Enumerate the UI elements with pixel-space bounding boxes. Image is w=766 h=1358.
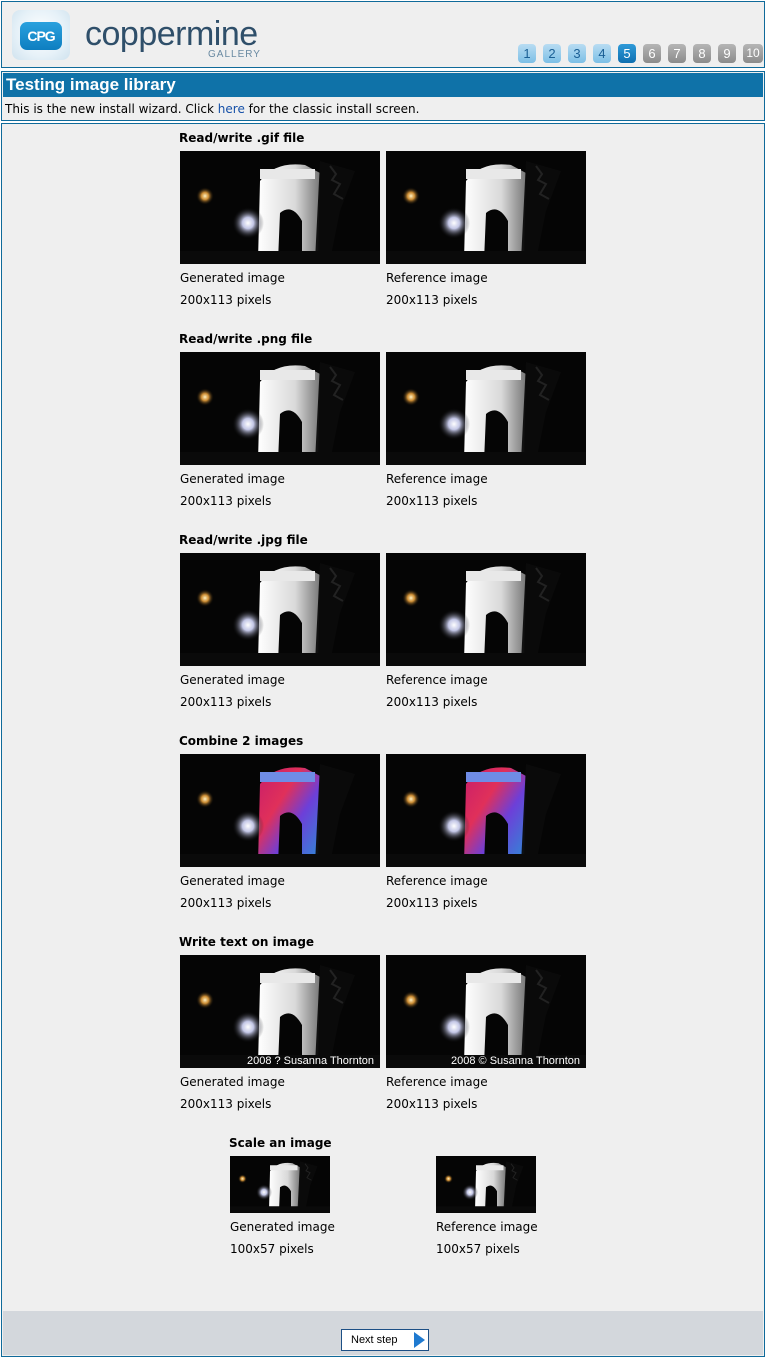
generated-label: Generated image	[180, 874, 285, 888]
test-png: Read/write .png file Generated image 200…	[179, 332, 599, 522]
step-10: 10	[743, 44, 763, 63]
generated-cell: Generated image 200x113 pixels	[180, 553, 380, 718]
step-6: 6	[643, 44, 661, 63]
test-combine: Combine 2 images Generated image 200x113…	[179, 734, 599, 924]
footer-bar: Next step	[3, 1311, 763, 1355]
generated-size: 200x113 pixels	[180, 695, 272, 709]
generated-size: 100x57 pixels	[230, 1242, 314, 1256]
test-jpg: Read/write .jpg file Generated image 200…	[179, 533, 599, 723]
generated-cell: 2008 ? Susanna Thornton Generated image …	[180, 955, 380, 1120]
step-3[interactable]: 3	[568, 44, 586, 63]
reference-image: 2008 © Susanna Thornton	[386, 955, 586, 1068]
step-9: 9	[718, 44, 736, 63]
header: CPG coppermine GALLERY 1 2 3 4 5 6 7 8 9…	[1, 1, 765, 68]
generated-image	[180, 553, 380, 666]
step-8: 8	[693, 44, 711, 63]
test-title: Read/write .jpg file	[179, 533, 308, 547]
test-title: Read/write .png file	[179, 332, 313, 346]
step-2[interactable]: 2	[543, 44, 561, 63]
reference-label: Reference image	[386, 1075, 488, 1089]
step-4[interactable]: 4	[593, 44, 611, 63]
generated-watermark: 2008 ? Susanna Thornton	[246, 1055, 374, 1067]
generated-size: 200x113 pixels	[180, 494, 272, 508]
generated-size: 200x113 pixels	[180, 1097, 272, 1111]
generated-label: Generated image	[180, 673, 285, 687]
reference-watermark: 2008 © Susanna Thornton	[451, 1055, 580, 1067]
reference-size: 200x113 pixels	[386, 1097, 478, 1111]
generated-image	[180, 754, 380, 867]
test-write-text: Write text on image 2008 ? Susanna Thorn…	[179, 935, 599, 1125]
generated-cell: Generated image 200x113 pixels	[180, 352, 380, 517]
reference-size: 200x113 pixels	[386, 494, 478, 508]
generated-label: Generated image	[180, 271, 285, 285]
generated-size: 200x113 pixels	[180, 896, 272, 910]
logo-wordmark: coppermine	[85, 15, 258, 53]
step-7: 7	[668, 44, 686, 63]
reference-size: 200x113 pixels	[386, 896, 478, 910]
step-1[interactable]: 1	[518, 44, 536, 63]
generated-cell: Generated image 200x113 pixels	[180, 151, 380, 316]
generated-cell: Generated image 100x57 pixels	[230, 1156, 380, 1266]
main-panel: Read/write .gif file Generated image 200…	[1, 123, 765, 1357]
next-step-button[interactable]: Next step	[341, 1329, 429, 1351]
reference-image	[386, 553, 586, 666]
generated-image	[180, 151, 380, 264]
step-5-current: 5	[618, 44, 636, 63]
test-scale: Scale an image Generated image 100x57 pi…	[229, 1136, 549, 1276]
generated-cell: Generated image 200x113 pixels	[180, 754, 380, 919]
generated-label: Generated image	[230, 1220, 335, 1234]
reference-image	[436, 1156, 536, 1213]
intro-before: This is the new install wizard. Click	[5, 102, 218, 116]
cpg-logo-icon: CPG	[12, 10, 70, 60]
reference-label: Reference image	[436, 1220, 538, 1234]
title-section: Testing image library This is the new in…	[1, 71, 765, 121]
classic-install-link[interactable]: here	[218, 102, 245, 116]
generated-image: 2008 ? Susanna Thornton	[180, 955, 380, 1068]
reference-image	[386, 151, 586, 264]
next-step-label: Next step	[351, 1334, 398, 1346]
reference-size: 200x113 pixels	[386, 695, 478, 709]
test-title: Write text on image	[179, 935, 315, 949]
reference-label: Reference image	[386, 271, 488, 285]
page-title: Testing image library	[3, 73, 763, 97]
reference-cell: Reference image 200x113 pixels	[386, 754, 586, 919]
reference-label: Reference image	[386, 673, 488, 687]
reference-cell: Reference image 100x57 pixels	[436, 1156, 586, 1266]
test-title: Read/write .gif file	[179, 131, 305, 145]
test-title: Scale an image	[229, 1136, 332, 1150]
reference-cell: Reference image 200x113 pixels	[386, 151, 586, 316]
generated-image	[180, 352, 380, 465]
reference-image	[386, 352, 586, 465]
test-gif: Read/write .gif file Generated image 200…	[179, 131, 599, 321]
reference-label: Reference image	[386, 874, 488, 888]
generated-label: Generated image	[180, 1075, 285, 1089]
test-title: Combine 2 images	[179, 734, 304, 748]
generated-label: Generated image	[180, 472, 285, 486]
generated-size: 200x113 pixels	[180, 293, 272, 307]
arrow-right-icon	[414, 1332, 425, 1348]
reference-size: 200x113 pixels	[386, 293, 478, 307]
logo-badge: CPG	[20, 22, 62, 50]
intro-text: This is the new install wizard. Click he…	[5, 101, 419, 117]
reference-size: 100x57 pixels	[436, 1242, 520, 1256]
reference-cell: Reference image 200x113 pixels	[386, 352, 586, 517]
intro-after: for the classic install screen.	[244, 102, 420, 116]
reference-cell: 2008 © Susanna Thornton Reference image …	[386, 955, 586, 1120]
reference-cell: Reference image 200x113 pixels	[386, 553, 586, 718]
reference-label: Reference image	[386, 472, 488, 486]
generated-image	[230, 1156, 330, 1213]
logo-subtitle: GALLERY	[208, 49, 261, 60]
reference-image	[386, 754, 586, 867]
